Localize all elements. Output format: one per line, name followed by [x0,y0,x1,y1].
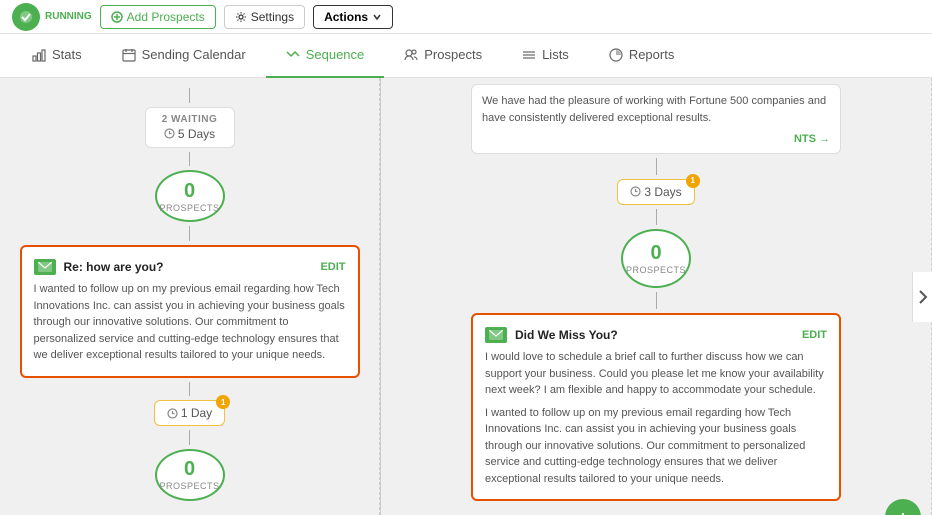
right-connector-2 [656,209,657,226]
email-icon-1 [34,259,56,275]
edit-link-2[interactable]: EDIT [802,329,827,341]
day-box-left: 1 1 Day [154,400,225,426]
tab-stats[interactable]: Stats [12,34,102,78]
add-step-button[interactable] [885,499,921,515]
tab-reports[interactable]: Reports [589,34,695,78]
email-card-header-1: Re: how are you? EDIT [34,259,346,275]
right-connector-3 [656,292,657,309]
connector-2 [189,226,190,241]
lists-icon [522,48,536,62]
settings-icon [235,11,247,23]
scroll-right-button[interactable] [912,272,932,322]
arrow-right-icon [918,289,928,305]
email-body-2a: I would love to schedule a brief call to… [485,349,827,399]
day-box-right: 1 3 Days [617,179,694,205]
nts-container: NTS → [482,130,830,145]
edit-link-1[interactable]: EDIT [320,261,345,273]
actions-button[interactable]: Actions [313,5,393,29]
prospects-circle-top: 0 PROSPECTS [155,170,225,222]
running-badge: RUNNING [12,3,92,31]
envelope-icon-1 [38,262,52,272]
prospects-icon [404,48,418,62]
running-icon [12,3,40,31]
plus-icon [111,11,123,23]
intro-text: We have had the pleasure of working with… [482,93,830,126]
sequence-left-col: 2 WAITING 5 Days 0 PROSPECTS Re [0,78,380,515]
day-clock-left: 1 Day [167,406,212,420]
waiting-box: 2 WAITING 5 Days [145,107,235,148]
sequence-icon [286,48,300,62]
email-icon-2 [485,327,507,343]
day-badge-left: 1 [216,395,230,409]
plus-circle-icon [895,509,911,515]
clock-icon-day-left [167,408,178,419]
intro-card: We have had the pleasure of working with… [471,84,841,154]
add-prospects-button[interactable]: Add Prospects [100,5,216,29]
day-badge-right: 1 [686,174,700,188]
tab-sequence[interactable]: Sequence [266,34,385,78]
email-card-header-2: Did We Miss You? EDIT [485,327,827,343]
prospects-circle-bottom: 0 PROSPECTS [155,449,225,501]
email-body-2b: I wanted to follow up on my previous ema… [485,405,827,488]
email-body-1: I wanted to follow up on my previous ema… [34,281,346,364]
tab-sending-calendar[interactable]: Sending Calendar [102,34,266,78]
email-subject-2: Did We Miss You? [515,328,802,342]
right-connector-1 [656,158,657,175]
connector-1 [189,152,190,167]
tab-lists[interactable]: Lists [502,34,589,78]
calendar-icon [122,48,136,62]
email-card-1: Re: how are you? EDIT I wanted to follow… [20,245,360,378]
nav-tabs: Stats Sending Calendar Sequence Prospect… [0,34,932,78]
waiting-label: 2 WAITING [160,114,220,125]
reports-icon [609,48,623,62]
email-card-2: Did We Miss You? EDIT I would love to sc… [471,313,841,501]
top-bar: RUNNING Add Prospects Settings Actions [0,0,932,34]
day-clock-right: 3 Days [630,185,681,199]
settings-button[interactable]: Settings [224,5,305,29]
connector-top [189,88,190,103]
tab-prospects[interactable]: Prospects [384,34,502,78]
chevron-down-icon [372,12,382,22]
check-icon [19,10,33,24]
sequence-content: 2 WAITING 5 Days 0 PROSPECTS Re [0,78,932,515]
connector-3 [189,382,190,397]
email-subject-1: Re: how are you? [64,260,321,274]
nts-link[interactable]: NTS → [794,133,830,145]
waiting-days: 5 Days [160,127,220,141]
prospects-circle-right: 0 PROSPECTS [621,229,691,288]
stats-icon [32,48,46,62]
envelope-icon-2 [489,330,503,340]
sequence-right-col: We have had the pleasure of working with… [381,78,932,515]
running-label: RUNNING [45,11,92,22]
clock-icon-left [164,128,175,139]
connector-4 [189,430,190,445]
clock-icon-day-right [630,186,641,197]
